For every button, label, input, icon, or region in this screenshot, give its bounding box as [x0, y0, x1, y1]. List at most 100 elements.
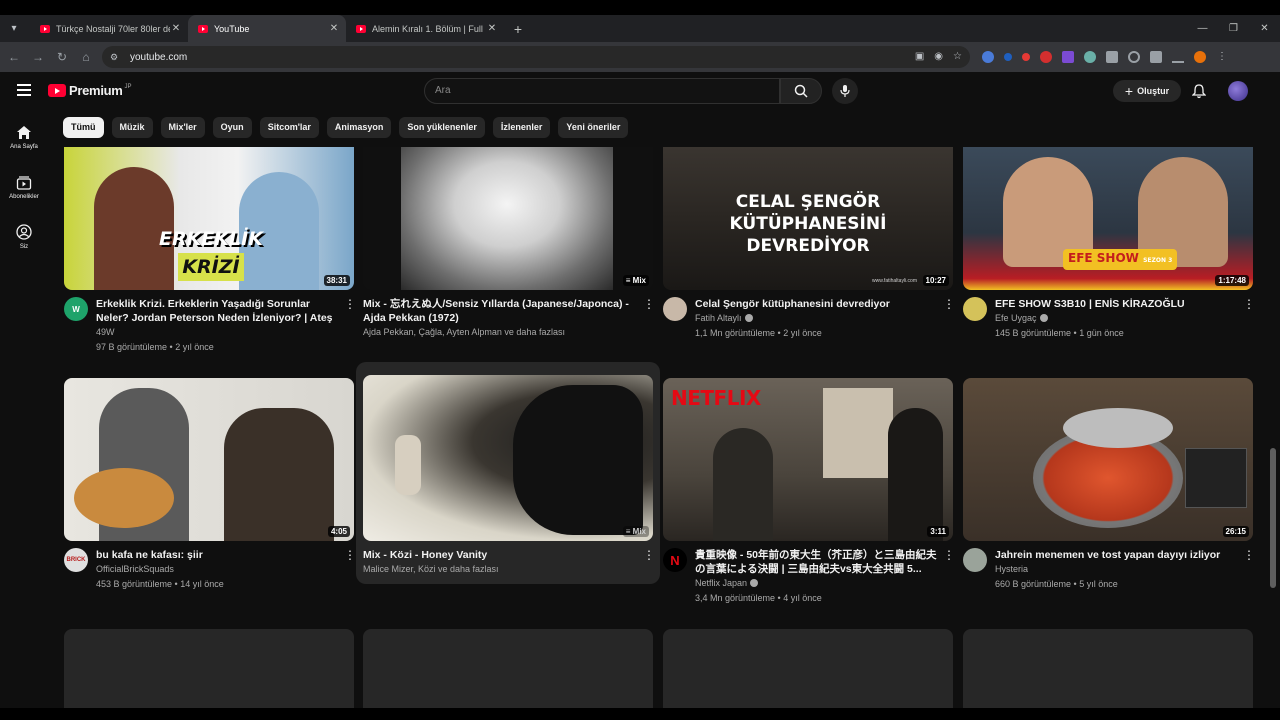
- channel-name-row[interactable]: Fatih Altaylı: [695, 311, 943, 326]
- chip-gaming[interactable]: Oyun: [212, 117, 252, 138]
- video-card[interactable]: EFE SHOW SEZON 3 1:17:48 EFE SHOW S3B10 …: [963, 147, 1255, 341]
- video-thumbnail[interactable]: NETFLIX 3:11: [663, 378, 953, 541]
- browser-tab[interactable]: Alemin Kıralı 1. Bölüm | Full HD ✕: [346, 15, 504, 42]
- guide-item-home[interactable]: Ana Sayfa: [0, 112, 48, 162]
- reload-icon[interactable]: ↻: [50, 50, 74, 64]
- restore-icon[interactable]: ❐: [1218, 15, 1249, 42]
- youtube-premium-logo[interactable]: Premium JP: [48, 83, 132, 98]
- video-card-hovered[interactable]: ≡ Mix Mix - Közi - Honey Vanity Malice M…: [363, 375, 655, 577]
- bookmark-star-icon[interactable]: ☆: [953, 51, 962, 62]
- video-card[interactable]: NETFLIX 3:11 N 貴重映像 - 50年前の東大生（芥正彦）と三島由紀…: [663, 378, 955, 606]
- browser-tab-active[interactable]: YouTube ✕: [188, 15, 346, 42]
- channel-name[interactable]: Netflix Japan: [695, 578, 747, 588]
- video-thumbnail[interactable]: ≡ Mix: [363, 375, 653, 541]
- home-icon[interactable]: ⌂: [74, 50, 98, 64]
- video-thumbnail[interactable]: ≡ Mix: [363, 147, 653, 290]
- video-thumbnail[interactable]: 4:05: [64, 378, 354, 541]
- video-card[interactable]: 26:15 Jahrein menemen ve tost yapan dayı…: [963, 378, 1255, 592]
- channel-avatar[interactable]: [963, 548, 987, 572]
- scrollbar-thumb[interactable]: [1270, 448, 1276, 588]
- extension-icon[interactable]: [1106, 51, 1118, 63]
- extension-icon[interactable]: [1040, 51, 1052, 63]
- extension-icon[interactable]: [1062, 51, 1074, 63]
- reading-list-icon[interactable]: [1172, 51, 1184, 63]
- chip-music[interactable]: Müzik: [111, 117, 153, 138]
- video-title[interactable]: Mix - 忘れえぬ人/Sensiz Yıllarda (Japanese/Ja…: [363, 297, 643, 325]
- menu-kebab-icon[interactable]: ⋮: [1216, 51, 1228, 63]
- tab-search-button[interactable]: ▾: [4, 19, 24, 39]
- channel-avatar[interactable]: W: [64, 297, 88, 321]
- channel-avatar[interactable]: [663, 297, 687, 321]
- install-icon[interactable]: ▣: [915, 51, 924, 62]
- channel-name[interactable]: Fatih Altaylı: [695, 313, 742, 323]
- chip-sitcoms[interactable]: Sitcom'lar: [259, 117, 319, 138]
- hamburger-menu-icon[interactable]: [17, 84, 31, 96]
- chip-animation[interactable]: Animasyon: [326, 117, 392, 138]
- search-button[interactable]: [780, 78, 822, 104]
- create-button[interactable]: + Oluştur: [1113, 80, 1181, 102]
- close-icon[interactable]: ✕: [170, 23, 182, 34]
- guide-item-subscriptions[interactable]: Abonelikler: [0, 162, 48, 212]
- video-card[interactable]: ≡ Mix Mix - 忘れえぬ人/Sensiz Yıllarda (Japan…: [363, 147, 655, 340]
- netflix-channel-avatar[interactable]: N: [663, 548, 687, 572]
- more-actions-icon[interactable]: ⋮: [344, 549, 356, 592]
- new-tab-button[interactable]: +: [508, 21, 528, 37]
- more-actions-icon[interactable]: ⋮: [1243, 298, 1255, 341]
- page-scrollbar[interactable]: [1270, 112, 1278, 708]
- video-card[interactable]: ERKEKLİK KRİZİ 38:31 W Erkeklik Krizi. E…: [64, 147, 356, 355]
- more-actions-icon[interactable]: ⋮: [1243, 549, 1255, 592]
- voice-search-button[interactable]: [832, 78, 858, 104]
- video-thumbnail[interactable]: CELAL ŞENGÖR KÜTÜPHANESİNİ DEVREDİYOR ww…: [663, 147, 953, 290]
- channel-name-row[interactable]: Netflix Japan: [695, 576, 943, 591]
- video-thumbnail[interactable]: 26:15: [963, 378, 1253, 541]
- video-title[interactable]: Erkeklik Krizi. Erkeklerin Yaşadığı Soru…: [96, 297, 344, 325]
- puzzle-icon[interactable]: [1150, 51, 1162, 63]
- chip-watched[interactable]: İzlenenler: [492, 117, 551, 138]
- channel-name[interactable]: Efe Uygaç: [995, 313, 1037, 323]
- forward-icon[interactable]: →: [26, 50, 50, 64]
- video-title[interactable]: Jahrein menemen ve tost yapan dayıyı izl…: [995, 548, 1243, 562]
- extension-icon[interactable]: [1084, 51, 1096, 63]
- channel-name-row[interactable]: Efe Uygaç: [995, 311, 1243, 326]
- browser-tab[interactable]: Türkçe Nostalji 70ler 80ler der ✕: [30, 15, 188, 42]
- channel-avatar[interactable]: BRICK: [64, 548, 88, 572]
- channel-name[interactable]: Malice Mizer, Közi ve daha fazlası: [363, 562, 643, 577]
- chip-mixes[interactable]: Mix'ler: [160, 117, 205, 138]
- more-actions-icon[interactable]: ⋮: [943, 549, 955, 606]
- chip-all[interactable]: Tümü: [63, 117, 104, 138]
- more-actions-icon[interactable]: ⋮: [943, 298, 955, 341]
- back-icon[interactable]: ←: [2, 50, 26, 64]
- video-title[interactable]: 貴重映像 - 50年前の東大生（芥正彦）と三島由紀夫の言葉による決闘 | 三島由…: [695, 548, 943, 576]
- site-info-icon[interactable]: ⚙: [110, 52, 122, 63]
- chip-new-to-you[interactable]: Yeni öneriler: [558, 117, 629, 138]
- extension-icon[interactable]: [982, 51, 994, 63]
- channel-name[interactable]: Ajda Pekkan, Çağla, Ayten Alpman ve daha…: [363, 325, 643, 340]
- video-title[interactable]: bu kafa ne kafası: şiir: [96, 548, 344, 562]
- tracking-icon[interactable]: ◉: [934, 51, 943, 62]
- minimize-icon[interactable]: —: [1187, 15, 1218, 42]
- channel-name[interactable]: 49W: [96, 325, 344, 340]
- account-avatar[interactable]: [1228, 81, 1248, 101]
- search-input[interactable]: Ara: [424, 78, 780, 104]
- guide-item-you[interactable]: Siz: [0, 212, 48, 262]
- video-title[interactable]: Celal Şengör kütüphanesini devrediyor: [695, 297, 943, 311]
- more-actions-icon[interactable]: ⋮: [643, 549, 655, 577]
- video-thumbnail[interactable]: EFE SHOW SEZON 3 1:17:48: [963, 147, 1253, 290]
- video-title[interactable]: Mix - Közi - Honey Vanity: [363, 548, 643, 562]
- address-bar[interactable]: ⚙ youtube.com ▣ ◉ ☆: [102, 46, 970, 68]
- notifications-button[interactable]: [1191, 84, 1207, 104]
- close-window-icon[interactable]: ✕: [1249, 15, 1280, 42]
- extension-icon[interactable]: [1022, 53, 1030, 61]
- video-card[interactable]: CELAL ŞENGÖR KÜTÜPHANESİNİ DEVREDİYOR ww…: [663, 147, 955, 341]
- more-actions-icon[interactable]: ⋮: [344, 298, 356, 355]
- video-card[interactable]: 4:05 BRICK bu kafa ne kafası: şiir Offic…: [64, 378, 356, 592]
- video-thumbnail[interactable]: ERKEKLİK KRİZİ 38:31: [64, 147, 354, 290]
- chip-recently-uploaded[interactable]: Son yüklenenler: [399, 117, 485, 138]
- close-icon[interactable]: ✕: [328, 23, 340, 34]
- video-title[interactable]: EFE SHOW S3B10 | ENİS KİRAZOĞLU: [995, 297, 1243, 311]
- extension-icon[interactable]: [1128, 51, 1140, 63]
- close-icon[interactable]: ✕: [486, 23, 498, 34]
- channel-name[interactable]: Hysteria: [995, 562, 1243, 577]
- channel-avatar[interactable]: [963, 297, 987, 321]
- profile-avatar-icon[interactable]: [1194, 51, 1206, 63]
